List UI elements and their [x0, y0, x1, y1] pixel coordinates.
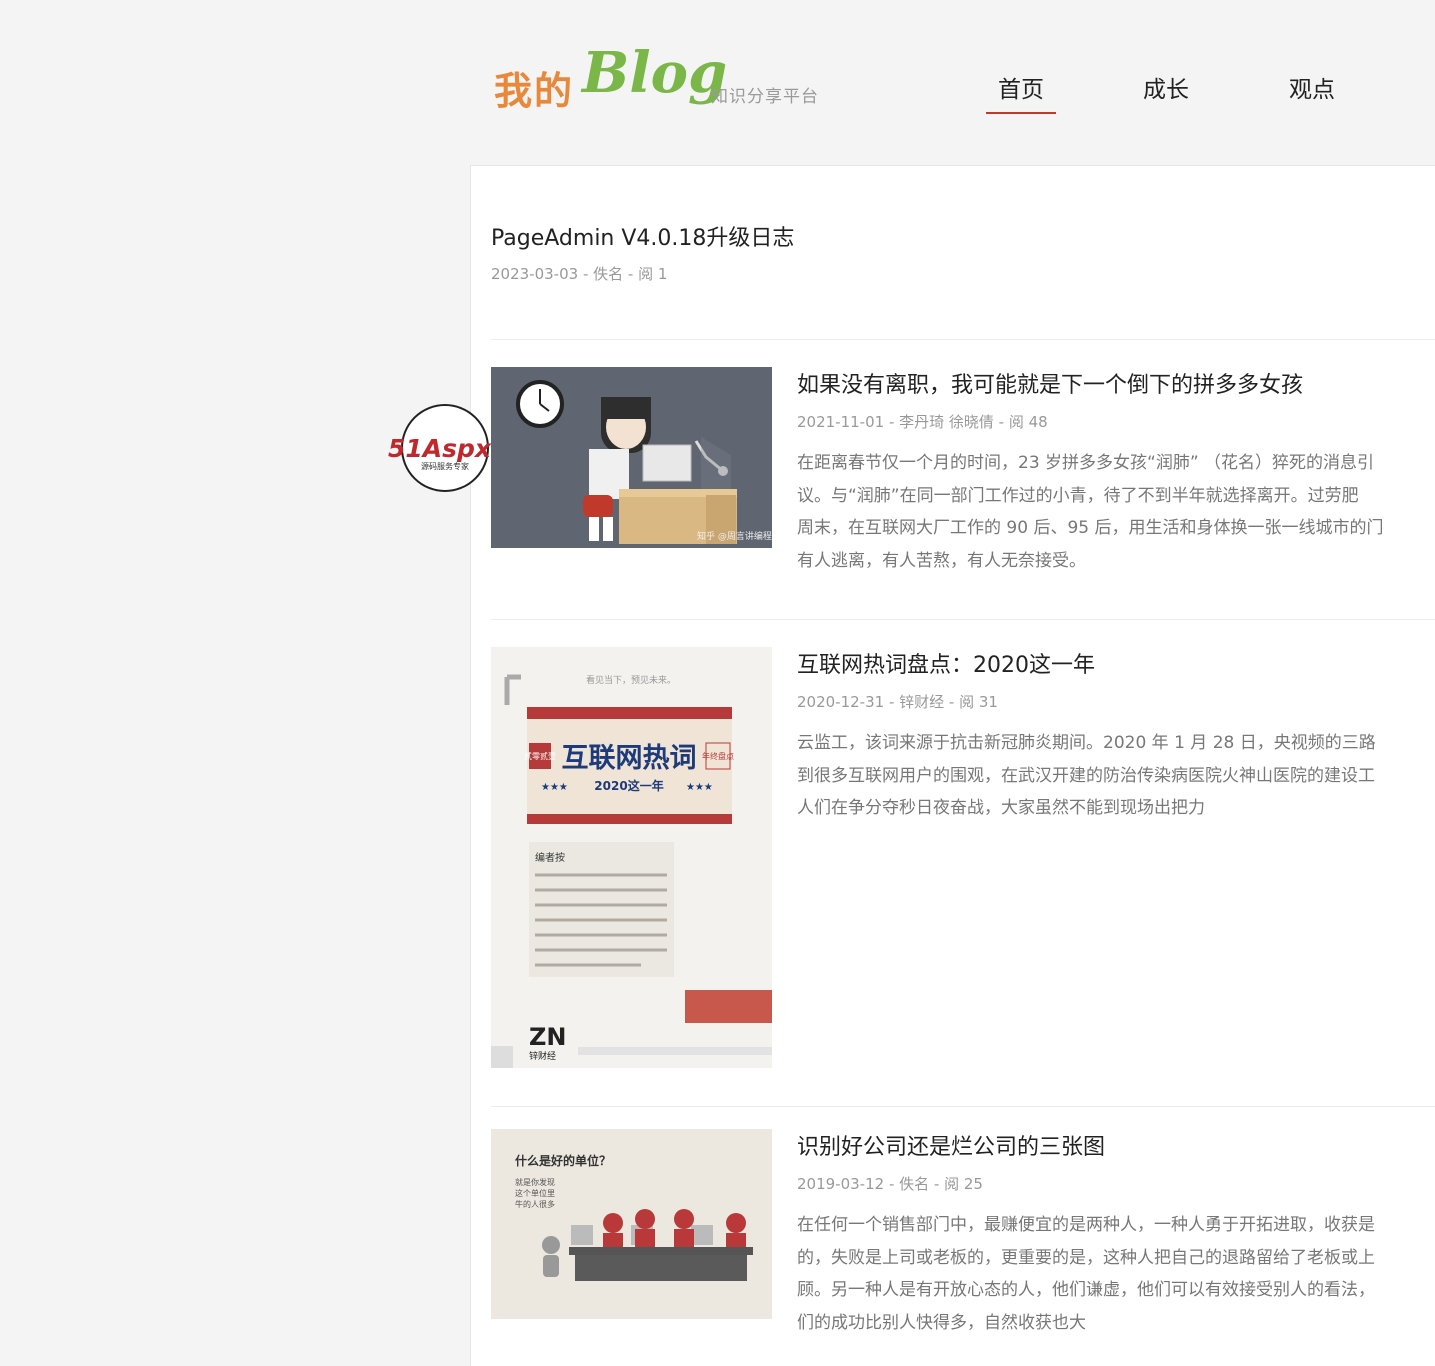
poster-banner: 互联网热词: [562, 743, 697, 774]
summary-line: 在距离春节仅一个月的时间，23 岁拼多多女孩“润肺” （花名）猝死的消息引: [797, 453, 1375, 473]
illus-line: 就是你发现: [515, 1177, 555, 1187]
post-title[interactable]: 如果没有离职，我可能就是下一个倒下的拼多多女孩: [797, 367, 1303, 399]
site-header: 我的 Blog 知识分享平台 首页 成长 观点: [0, 0, 1435, 165]
aspx-badge[interactable]: 51Aspx 源码服务专家: [388, 403, 492, 493]
poster-tagline: 看见当下，预见未来。: [586, 674, 676, 686]
nav-opinion[interactable]: 观点: [1289, 70, 1335, 104]
post-meta: 2020-12-31 - 锌财经 - 阅 31: [797, 693, 998, 711]
post-title[interactable]: 识别好公司还是烂公司的三张图: [797, 1129, 1105, 1161]
poster-brand: 锌财经: [529, 1050, 556, 1062]
nav-growth[interactable]: 成长: [1143, 70, 1189, 104]
summary-line: 们的成功比别人快得多，自然收获也大: [797, 1312, 1086, 1333]
svg-text:★★★: ★★★: [686, 782, 713, 793]
post-summary: 在任何一个销售部门中，最赚便宜的是两种人，一种人勇于开拓进取，收获是 的，失败是…: [797, 1209, 1435, 1339]
badge-brand: 51Aspx: [388, 434, 492, 463]
good-company-illustration: 什么是好的单位？ 就是你发现 这个单位里 牛的人很多: [491, 1129, 772, 1319]
logo-blog-text: Blog: [582, 40, 728, 106]
divider: [491, 1106, 1435, 1107]
hot-words-poster: 看见当下，预见未来。 互联网热词 贰零贰壹 年终盘点 2020这一年 ★★★ ★…: [491, 647, 772, 1068]
top-post-title[interactable]: PageAdmin V4.0.18升级日志: [491, 220, 794, 252]
summary-line: 有人逃离，有人苦熬，有人无奈接受。: [797, 550, 1086, 571]
post-summary: 在距离春节仅一个月的时间，23 岁拼多多女孩“润肺” （花名）猝死的消息引 议。…: [797, 447, 1435, 577]
illus-title: 什么是好的单位？: [515, 1153, 611, 1168]
illus-line: 这个单位里: [515, 1188, 555, 1198]
summary-line: 周末，在互联网大厂工作的 90 后、95 后，用生活和身体换一张一线城市的门: [797, 518, 1384, 538]
summary-line: 议。与“润肺”在同一部门工作过的小青，待了不到半年就选择离开。过劳肥: [797, 485, 1359, 506]
poster-subtitle: 2020这一年: [594, 778, 663, 793]
poster-editor-note: 编者按: [535, 851, 565, 864]
content-panel: PageAdmin V4.0.18升级日志 2023-03-03 - 佚名 - …: [470, 165, 1435, 1366]
badge-logo: 51Aspx 源码服务专家: [388, 404, 492, 492]
summary-line: 在任何一个销售部门中，最赚便宜的是两种人，一种人勇于开拓进取，收获是: [797, 1215, 1375, 1235]
post-meta: 2019-03-12 - 佚名 - 阅 25: [797, 1175, 983, 1193]
badge-sub: 源码服务专家: [421, 461, 469, 471]
post-thumbnail[interactable]: 知乎 @周言讲编程: [491, 367, 772, 548]
illus-line: 牛的人很多: [515, 1199, 555, 1209]
nav-home[interactable]: 首页: [986, 70, 1056, 114]
poster-right-tag: 年终盘点: [702, 751, 734, 761]
site-logo[interactable]: 我的 Blog 知识分享平台: [494, 36, 824, 116]
post-thumbnail[interactable]: 什么是好的单位？ 就是你发现 这个单位里 牛的人很多: [491, 1129, 772, 1319]
post-summary: 云监工，该词来源于抗击新冠肺炎期间。2020 年 1 月 28 日，央视频的三路…: [797, 727, 1435, 825]
svg-text:★★★: ★★★: [541, 782, 568, 793]
summary-line: 云监工，该词来源于抗击新冠肺炎期间。2020 年 1 月 28 日，央视频的三路: [797, 733, 1376, 753]
office-worker-illustration: 知乎 @周言讲编程: [491, 367, 772, 548]
summary-line: 人们在争分夺秒日夜奋战，大家虽然不能到现场出把力: [797, 798, 1205, 818]
summary-line: 到很多互联网用户的围观，在武汉开建的防治传染病医院火神山医院的建设工: [797, 765, 1375, 786]
summary-line: 顾。另一种人是有开放心态的人，他们谦虚，他们可以有效接受别人的看法，: [797, 1280, 1375, 1300]
divider: [491, 339, 1435, 340]
post-thumbnail[interactable]: 看见当下，预见未来。 互联网热词 贰零贰壹 年终盘点 2020这一年 ★★★ ★…: [491, 647, 772, 1068]
post-meta: 2021-11-01 - 李丹琦 徐晓倩 - 阅 48: [797, 413, 1048, 431]
summary-line: 的，失败是上司或老板的，更重要的是，这种人把自己的退路留给了老板或上: [797, 1247, 1375, 1268]
thumb-caption: 知乎 @周言讲编程: [697, 530, 772, 542]
poster-left-tag: 贰零贰壹: [524, 751, 556, 761]
svg-text:ZN: ZN: [529, 1023, 567, 1051]
logo-main-text: 我的: [494, 68, 575, 113]
divider: [491, 619, 1435, 620]
logo-subtitle: 知识分享平台: [711, 87, 819, 107]
post-title[interactable]: 互联网热词盘点：2020这一年: [797, 647, 1095, 679]
top-post-meta: 2023-03-03 - 佚名 - 阅 1: [491, 265, 668, 283]
